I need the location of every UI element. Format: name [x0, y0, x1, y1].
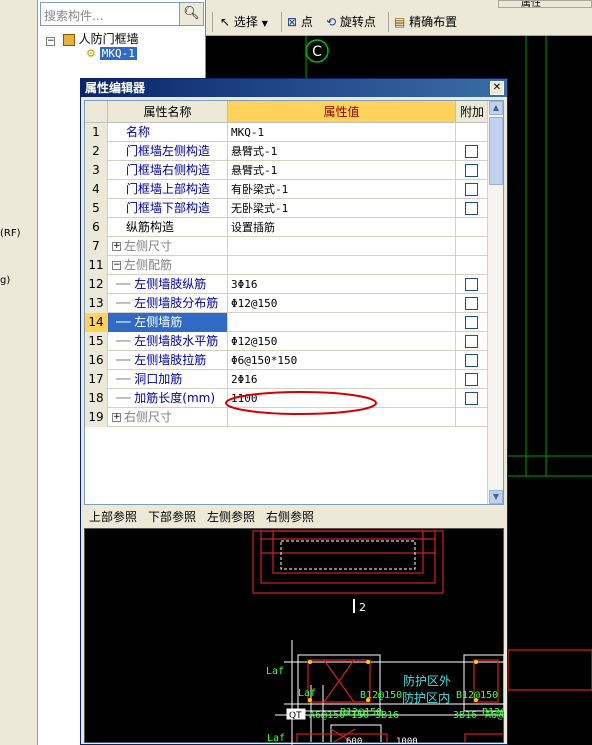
- precise-layout-button[interactable]: ▤ 精确布置: [394, 12, 457, 32]
- tree-root-label: 人防门框墙: [78, 32, 139, 46]
- select-button[interactable]: ↖ 选择 ▼: [220, 12, 268, 32]
- search-icon[interactable]: 🔍︎: [179, 3, 203, 25]
- rebar-dot: [366, 660, 370, 664]
- gear-icon: ⚙: [86, 47, 96, 60]
- select-label: 选择: [233, 15, 258, 29]
- rebar-note: B12@: [482, 707, 504, 718]
- rebar-dot: [474, 660, 478, 664]
- dialog-title: 属性编辑器: [81, 79, 507, 97]
- rebar-loop: [272, 530, 424, 574]
- layout-icon: ▤: [394, 15, 406, 29]
- left-edge-panel: (RF) g): [0, 0, 38, 745]
- laf-label: Laf: [266, 666, 284, 677]
- scroll-up-icon[interactable]: ▲: [489, 101, 503, 115]
- point-label: 点: [300, 15, 313, 29]
- tree-child-label: MKQ-1: [99, 47, 137, 60]
- scroll-thumb[interactable]: [489, 117, 503, 185]
- rebar-note: B12@150: [456, 690, 498, 701]
- tab-right-reference[interactable]: 右侧参照: [266, 510, 314, 524]
- toolbar-separator: [281, 12, 282, 32]
- canvas-drawing-right: [508, 649, 592, 691]
- tab-top-reference[interactable]: 上部参照: [89, 510, 137, 524]
- tree-child-node[interactable]: ⚙ MKQ-1: [86, 46, 137, 60]
- scroll-down-icon[interactable]: ▼: [489, 490, 503, 504]
- vertical-scrollbar[interactable]: ▲ ▼: [487, 101, 503, 504]
- rebar-section: [508, 649, 592, 691]
- point-icon: ⊠: [287, 15, 298, 29]
- close-icon[interactable]: ✕: [490, 81, 504, 95]
- dimension-label: 1000: [396, 737, 418, 745]
- dimension-label: 600: [346, 737, 362, 745]
- preview-lower-drawing: Laf Laf B12@150 防护区内 B12@150 B12@150 B12…: [266, 640, 504, 745]
- property-grid: 属性名称 属性值 附加 1 名称 MKQ-1 2 门框墙左侧构造 悬臂式-1 3 门框墙右侧构…: [84, 100, 504, 505]
- rebar-note: B12@150: [360, 690, 402, 701]
- property-tab[interactable]: 属性: [498, 0, 592, 8]
- laf-label: Laf: [298, 688, 316, 699]
- chevron-down-icon: ▼: [261, 19, 268, 28]
- folder-icon: [62, 33, 75, 46]
- search-input[interactable]: 搜索构件...: [44, 7, 103, 24]
- left-fragment-text: (RF): [0, 228, 21, 239]
- reference-tabs: 上部参照 下部参照 左侧参照 右侧参照: [84, 507, 504, 527]
- toolbar-separator: [212, 12, 213, 32]
- tab-bottom-reference[interactable]: 下部参照: [148, 510, 196, 524]
- tab-left-reference[interactable]: 左侧参照: [207, 510, 255, 524]
- collapse-icon[interactable]: −: [46, 37, 55, 46]
- section-label: 2: [359, 601, 366, 614]
- toolbar-separator: [388, 12, 389, 32]
- point-button[interactable]: ⊠ 点: [287, 12, 313, 32]
- precise-label: 精确布置: [409, 15, 458, 29]
- cursor-icon: ↖: [220, 15, 231, 29]
- annotation-overlay: [225, 391, 377, 415]
- rotate-point-button[interactable]: ⟲ 旋转点: [326, 12, 376, 32]
- rebar-dot: [308, 660, 312, 664]
- rotate-icon: ⟲: [326, 15, 337, 29]
- inside-zone-label: 防护区内: [402, 690, 450, 705]
- rotate-point-label: 旋转点: [339, 15, 376, 29]
- rebar-note: B12@150: [340, 707, 382, 718]
- left-fragment-text: g): [0, 275, 11, 286]
- opening-outline: [280, 540, 416, 570]
- property-tab-label: 属性: [521, 0, 541, 8]
- tree-root-node[interactable]: − 人防门框墙: [46, 30, 139, 47]
- axis-marker-label: C: [312, 44, 322, 60]
- search-box[interactable]: 搜索构件... 🔍︎: [40, 2, 204, 26]
- highlight-ellipse: [225, 391, 377, 415]
